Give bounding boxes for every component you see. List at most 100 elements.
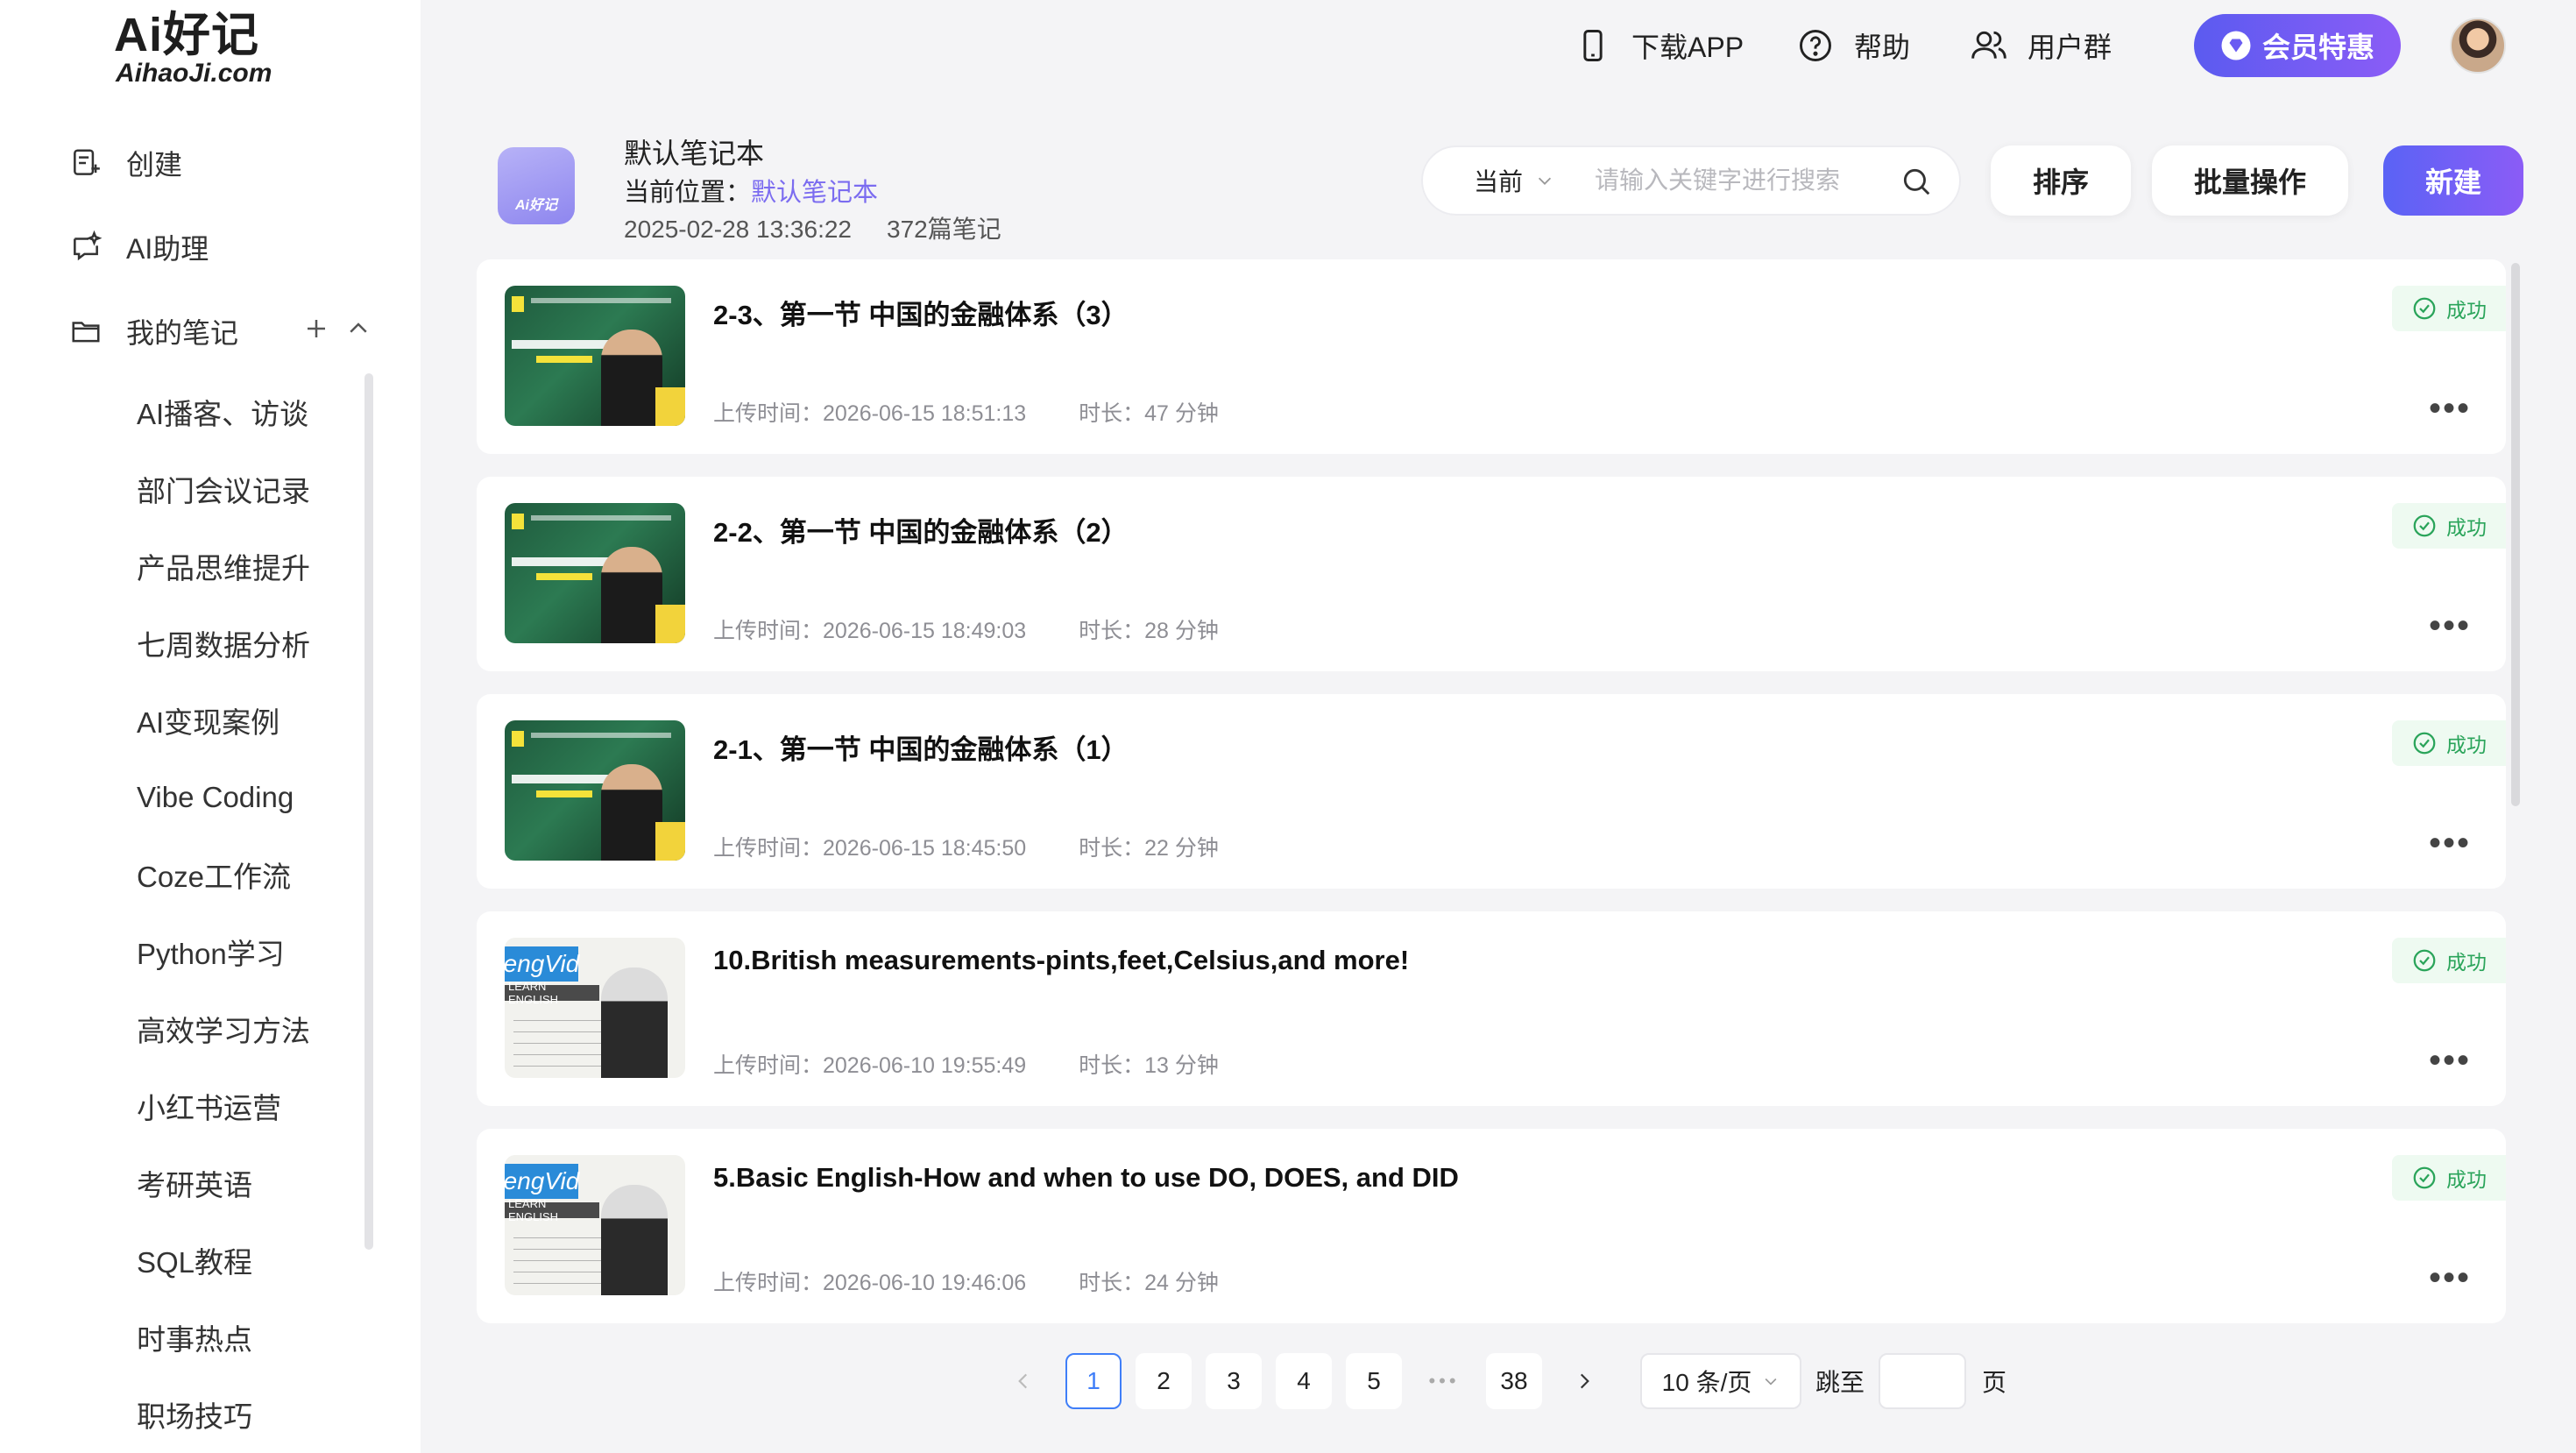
vip-offer-label: 会员特惠 xyxy=(2261,32,2374,63)
note-title[interactable]: 10.British measurements-pints,feet,Celsi… xyxy=(713,945,1409,976)
page-suffix-label: 页 xyxy=(1982,1369,2007,1396)
breadcrumb-link[interactable]: 默认笔记本 xyxy=(751,179,878,207)
page-button-last[interactable]: 38 xyxy=(1486,1353,1542,1409)
breadcrumb: 当前位置：默认笔记本 xyxy=(624,172,878,209)
note-duration: 时长：24 分钟 xyxy=(1079,1271,1219,1295)
note-card[interactable]: engVid LEARN ENGLISH 10.British measurem… xyxy=(477,911,2506,1106)
note-title[interactable]: 2-1、第一节 中国的金融体系（1） xyxy=(713,727,1129,767)
nav-ai-assistant-label: AI助理 xyxy=(126,233,209,265)
more-options-icon[interactable]: ••• xyxy=(2429,1043,2471,1078)
folder-item[interactable]: 产品思维提升 xyxy=(137,528,310,605)
notebook-icon: Ai好记 xyxy=(498,147,575,224)
page-button-1[interactable]: 1 xyxy=(1065,1353,1122,1409)
note-thumbnail xyxy=(505,720,685,861)
engvid-tagline: LEARN ENGLISH xyxy=(505,1197,599,1223)
add-folder-icon[interactable] xyxy=(303,315,329,342)
new-note-button[interactable]: 新建 xyxy=(2383,145,2523,216)
folder-item[interactable]: Coze工作流 xyxy=(137,836,310,913)
folder-item[interactable]: 部门会议记录 xyxy=(137,450,310,528)
sidebar: Ai好记 AihaoJi.com 创建 AI助理 我的笔记 AI播客、访谈 部门… xyxy=(0,0,421,1453)
download-app-link[interactable]: 下载APP xyxy=(1574,21,1744,70)
chevron-left-icon xyxy=(1018,1373,1028,1389)
note-card[interactable]: 2-3、第一节 中国的金融体系（3） 上传时间：2026-06-15 18:51… xyxy=(477,259,2506,454)
folder-item[interactable]: 小红书运营 xyxy=(137,1067,310,1145)
jump-page-input[interactable] xyxy=(1879,1353,1966,1409)
page-button-3[interactable]: 3 xyxy=(1206,1353,1262,1409)
sort-button[interactable]: 排序 xyxy=(1991,145,2131,216)
note-card[interactable]: 2-2、第一节 中国的金融体系（2） 上传时间：2026-06-15 18:49… xyxy=(477,477,2506,671)
note-upload-time: 上传时间：2026-06-15 18:45:50 xyxy=(713,836,1027,861)
app-logo[interactable]: Ai好记 AihaoJi.com xyxy=(114,11,272,88)
avatar[interactable] xyxy=(2450,18,2506,74)
folder-item[interactable]: 七周数据分析 xyxy=(137,605,310,682)
search-scope-label: 当前 xyxy=(1474,168,1524,195)
my-notes-actions xyxy=(303,315,372,342)
search-input[interactable] xyxy=(1595,167,1911,195)
note-title[interactable]: 2-3、第一节 中国的金融体系（3） xyxy=(713,293,1129,332)
search-bar: 当前 xyxy=(1421,145,1961,216)
note-thumbnail: engVid LEARN ENGLISH xyxy=(505,938,685,1078)
note-card[interactable]: engVid LEARN ENGLISH 5.Basic English-How… xyxy=(477,1129,2506,1323)
folder-item[interactable]: AI播客、访谈 xyxy=(137,373,310,450)
check-circle-icon xyxy=(2413,949,2436,972)
diamond-icon xyxy=(2221,31,2251,60)
page-button-2[interactable]: 2 xyxy=(1136,1353,1192,1409)
notebook-meta: 2025-02-28 13:36:22 372篇笔记 xyxy=(624,210,1001,245)
note-meta: 上传时间：2026-06-15 18:49:03 时长：28 分钟 xyxy=(713,613,1219,645)
folder-item[interactable]: Vibe Coding xyxy=(137,759,310,836)
status-label: 成功 xyxy=(2446,516,2487,539)
prev-page-button[interactable] xyxy=(995,1353,1051,1409)
folder-item[interactable]: 高效学习方法 xyxy=(137,990,310,1067)
nav-ai-assistant[interactable]: AI助理 xyxy=(68,221,209,273)
engvid-tagline: LEARN ENGLISH xyxy=(505,980,599,1006)
folder-item[interactable]: Python学习 xyxy=(137,913,310,990)
more-options-icon[interactable]: ••• xyxy=(2429,826,2471,861)
folder-item[interactable]: SQL教程 xyxy=(137,1222,310,1299)
list-scrollbar[interactable] xyxy=(2511,263,2520,806)
sidebar-scrollbar[interactable] xyxy=(364,373,373,1250)
check-circle-icon xyxy=(2413,297,2436,320)
help-link[interactable]: 帮助 xyxy=(1796,21,1910,70)
more-options-icon[interactable]: ••• xyxy=(2429,608,2471,643)
search-scope-select[interactable]: 当前 xyxy=(1474,163,1554,198)
check-circle-icon xyxy=(2413,1166,2436,1189)
engvid-logo: engVid xyxy=(505,1164,579,1199)
chevron-up-icon[interactable] xyxy=(345,315,372,342)
folder-item[interactable]: 考研英语 xyxy=(137,1145,310,1222)
more-options-icon[interactable]: ••• xyxy=(2429,391,2471,426)
notebook-note-count: 372篇笔记 xyxy=(887,216,1001,243)
folder-item[interactable]: 时事热点 xyxy=(137,1299,310,1376)
note-title[interactable]: 2-2、第一节 中国的金融体系（2） xyxy=(713,510,1129,549)
status-badge: 成功 xyxy=(2392,503,2506,549)
more-options-icon[interactable]: ••• xyxy=(2429,1260,2471,1295)
nav-create[interactable]: 创建 xyxy=(68,137,182,189)
note-meta: 上传时间：2026-06-10 19:46:06 时长：24 分钟 xyxy=(713,1265,1219,1297)
batch-operation-button[interactable]: 批量操作 xyxy=(2152,145,2348,216)
note-meta: 上传时间：2026-06-10 19:55:49 时长：13 分钟 xyxy=(713,1048,1219,1080)
breadcrumb-prefix: 当前位置： xyxy=(624,179,752,207)
vip-offer-button[interactable]: 会员特惠 xyxy=(2194,14,2401,77)
search-icon[interactable] xyxy=(1900,165,1933,198)
note-card[interactable]: 2-1、第一节 中国的金融体系（1） 上传时间：2026-06-15 18:45… xyxy=(477,694,2506,889)
check-circle-icon xyxy=(2413,732,2436,755)
nav-my-notes-label: 我的笔记 xyxy=(126,317,239,349)
note-thumbnail xyxy=(505,286,685,426)
page-size-select[interactable]: 10 条/页 xyxy=(1640,1353,1801,1409)
nav-my-notes[interactable]: 我的笔记 xyxy=(68,305,238,358)
user-group-link[interactable]: 用户群 xyxy=(1970,21,2112,70)
check-circle-icon xyxy=(2413,514,2436,537)
status-label: 成功 xyxy=(2446,951,2487,974)
note-title[interactable]: 5.Basic English-How and when to use DO, … xyxy=(713,1162,1459,1194)
note-upload-time: 上传时间：2026-06-10 19:55:49 xyxy=(713,1053,1027,1078)
note-upload-time: 上传时间：2026-06-10 19:46:06 xyxy=(713,1271,1027,1295)
page-button-4[interactable]: 4 xyxy=(1276,1353,1332,1409)
next-page-button[interactable] xyxy=(1556,1353,1612,1409)
folder-item[interactable]: AI变现案例 xyxy=(137,682,310,759)
status-label: 成功 xyxy=(2446,1168,2487,1191)
page-ellipsis[interactable]: ••• xyxy=(1416,1353,1472,1409)
folder-item[interactable]: 职场技巧 xyxy=(137,1376,310,1453)
page-button-5[interactable]: 5 xyxy=(1346,1353,1402,1409)
chat-sparkle-icon xyxy=(68,230,103,265)
status-label: 成功 xyxy=(2446,734,2487,756)
status-badge: 成功 xyxy=(2392,1155,2506,1201)
